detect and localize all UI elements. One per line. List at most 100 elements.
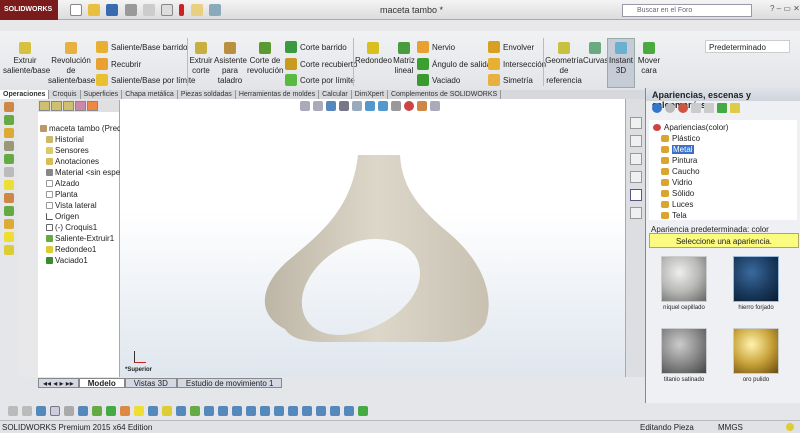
save-icon[interactable] [106,4,119,16]
tree-item-metal[interactable]: Metal [661,145,694,154]
tab-croquis[interactable]: Croquis [49,90,81,99]
swept-boss-button[interactable]: Saliente/Base barrido [96,41,188,53]
tab-calcular[interactable]: Calcular [319,90,352,99]
swatch-titanio-satinado[interactable]: titanio satinado [660,328,708,383]
open-icon[interactable] [88,4,101,16]
appearances-tab-icon[interactable] [630,189,642,201]
filter-icon[interactable] [190,406,200,416]
filter-icon[interactable] [134,406,144,416]
tree-item-caucho[interactable]: Caucho [661,167,700,176]
tree-item-historial[interactable]: Historial [46,135,84,144]
section-view-icon[interactable] [339,101,349,111]
filter-icon[interactable] [260,406,270,416]
reference-geometry-button[interactable]: Geometría de referencia [545,42,583,86]
vase-model[interactable] [120,99,645,377]
solidworks-logo[interactable]: SOLIDWORKS [0,0,58,20]
filter-icon[interactable] [8,406,18,416]
configuration-manager-tab-icon[interactable] [63,101,74,111]
feature-manager-tab-icon[interactable] [39,101,50,111]
filter-icon[interactable] [274,406,284,416]
undo-icon[interactable] [142,4,155,16]
tree-item-anotaciones[interactable]: Anotaciones [46,157,99,166]
filter-icon[interactable] [358,406,368,416]
zoom-to-fit-icon[interactable] [300,101,310,111]
scenes-icon[interactable] [417,101,427,111]
print-icon[interactable] [124,4,137,16]
tool-icon[interactable] [4,141,14,151]
swept-cut-button[interactable]: Corte barrido [285,41,347,53]
sketch-icon[interactable] [4,102,14,112]
curves-button[interactable]: Curvas [583,42,608,66]
revolve-boss-button[interactable]: Revolución de saliente/base [48,42,95,86]
tree-item-alzado[interactable]: Alzado [46,179,79,188]
display-manager-tab-icon[interactable] [87,101,98,111]
tab-chapa-metalica[interactable]: Chapa metálica [122,90,178,99]
tool-icon[interactable] [4,219,14,229]
tab-estudio-movimiento[interactable]: Estudio de movimiento 1 [176,378,283,388]
resources-tab-icon[interactable] [630,117,642,129]
tab-complementos[interactable]: Complementos de SOLIDWORKS [388,90,502,99]
hide-show-icon[interactable] [391,101,401,111]
filter-icon[interactable] [92,406,102,416]
file-explorer-tab-icon[interactable] [630,153,642,165]
filter-icon[interactable] [78,406,88,416]
view-settings-icon[interactable] [430,101,440,111]
extrude-boss-button[interactable]: Extruir saliente/base [3,42,50,76]
select-icon[interactable] [161,4,174,16]
units-selector[interactable]: MMGS [718,423,743,432]
filter-icon[interactable] [330,406,340,416]
tree-item-plastico[interactable]: Plástico [661,134,700,143]
sketch-icon[interactable] [4,193,14,203]
filter-icon[interactable] [204,406,214,416]
filter-icon[interactable] [218,406,228,416]
view-palette-tab-icon[interactable] [630,171,642,183]
rebuild-icon[interactable] [179,4,185,16]
tab-scroll-arrows[interactable]: ◂◂ ◂ ▸ ▸▸ [38,378,79,388]
tree-item-croquis1[interactable]: (-) Croquis1 [46,223,97,232]
filter-icon[interactable] [120,406,130,416]
zoom-area-icon[interactable] [313,101,323,111]
swatch-oro-pulido[interactable]: oro pulido [732,328,780,383]
tree-item-sensores[interactable]: Sensores [46,146,89,155]
draft-button[interactable]: Ángulo de salida [417,58,491,70]
custom-properties-tab-icon[interactable] [630,207,642,219]
filter-icon[interactable] [22,406,32,416]
filter-icon[interactable] [162,406,172,416]
forward-icon[interactable] [665,103,675,113]
filter-icon[interactable] [288,406,298,416]
tree-item-origen[interactable]: Origen [46,212,79,221]
swatch-hierro-forjado[interactable]: hierro forjado [732,256,780,311]
select-filter-icon[interactable] [50,406,60,416]
extrude-cut-button[interactable]: Extruir corte [189,42,213,76]
rib-button[interactable]: Nervio [417,41,455,53]
tree-item-saliente-extruir1[interactable]: Saliente-Extruir1 [46,234,114,243]
search-input[interactable]: Buscar en el Foro [622,4,752,17]
mirror-button[interactable]: Simetría [488,74,533,86]
instant3d-button[interactable]: Instant 3D [607,38,635,88]
filter-icon[interactable] [316,406,326,416]
tree-item-luces[interactable]: Luces [661,200,693,209]
tree-item-pintura[interactable]: Pintura [661,156,697,165]
tree-item-tela[interactable]: Tela [661,211,687,220]
feature-icon[interactable] [4,232,14,242]
tool-icon[interactable] [4,167,14,177]
tree-item-solido[interactable]: Sólido [661,189,694,198]
home-icon[interactable] [678,103,688,113]
fillet-icon[interactable] [4,180,14,190]
shell-button[interactable]: Vaciado [417,74,460,86]
tab-modelo[interactable]: Modelo [78,378,125,388]
tree-item-apariencias[interactable]: Apariencias(color) [653,123,728,132]
tab-piezas-soldadas[interactable]: Piezas soldadas [178,90,236,99]
file-properties-icon[interactable] [190,4,203,16]
loft-button[interactable]: Recubrir [96,58,141,70]
view-orientation-icon[interactable] [365,101,375,111]
refresh-icon[interactable] [704,103,714,113]
tree-item-vaciado1[interactable]: Vaciado1 [46,256,88,265]
tree-item-vidrio[interactable]: Vidrio [661,178,692,187]
tab-operaciones[interactable]: Operaciones [0,90,50,99]
rebuild-status-icon[interactable] [786,423,794,431]
window-controls[interactable]: ? – ▭ ✕ [770,4,800,13]
property-manager-tab-icon[interactable] [51,101,62,111]
swatch-niquel-cepillado[interactable]: níquel cepillado [660,256,708,311]
linear-pattern-button[interactable]: Matriz lineal [392,42,416,76]
